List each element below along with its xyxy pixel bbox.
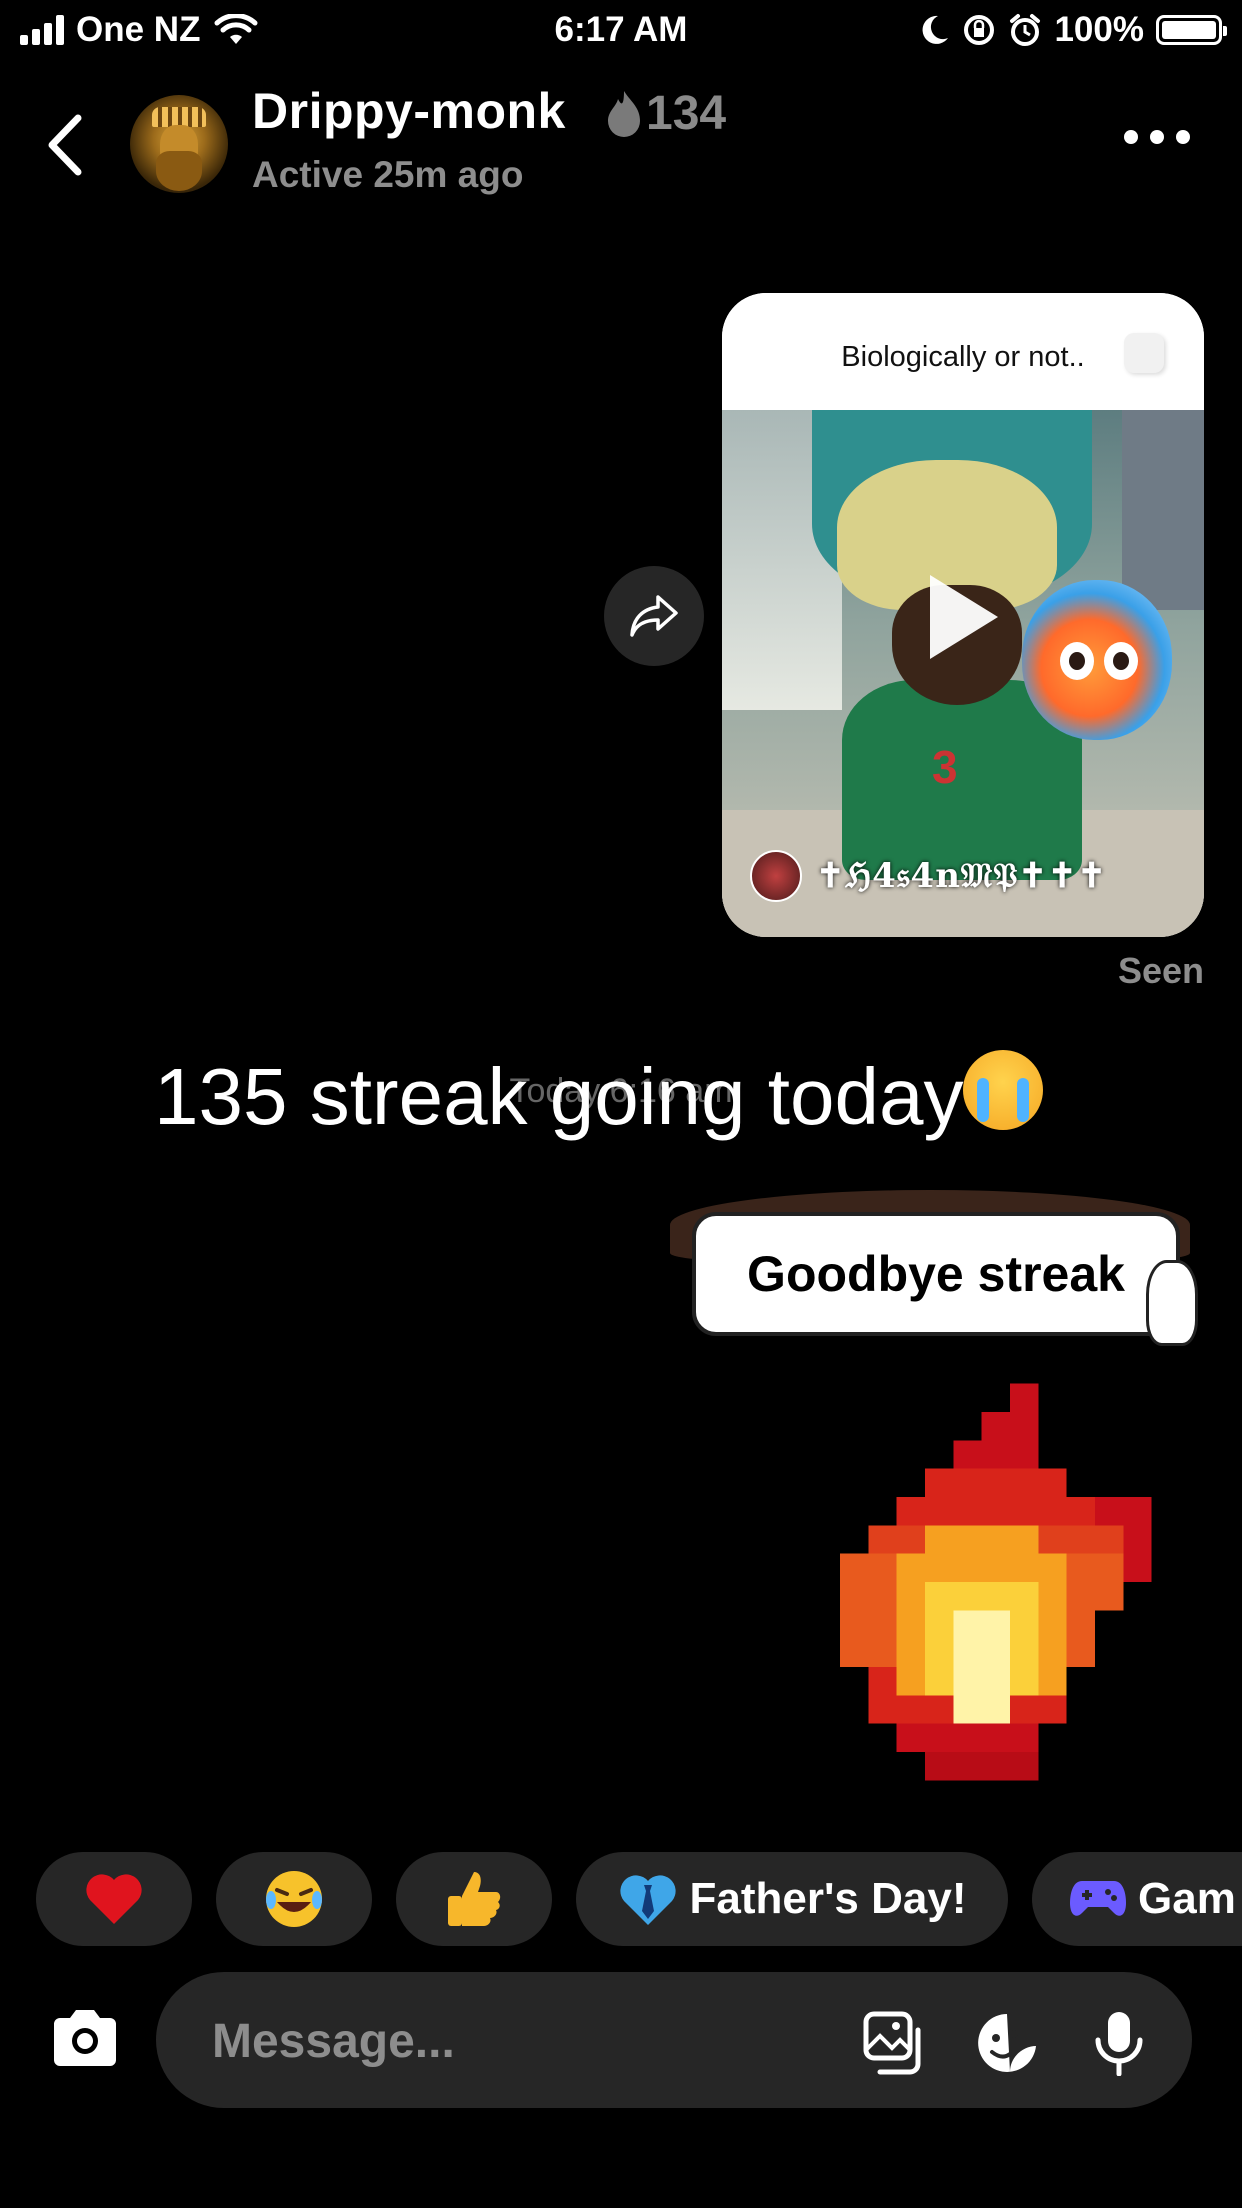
crying-emoji [963,1050,1044,1130]
gamepad-icon [1070,1881,1126,1916]
quick-reaction-heart[interactable] [36,1852,192,1946]
thumbs-up-emoji-icon [448,1872,501,1926]
big-text-message-text: 135 streak going today [154,1052,964,1141]
post-author-avatar [750,850,802,902]
battery-icon [1156,15,1227,45]
avatar[interactable] [130,95,228,193]
post-author-name: ✝ℌ4𝔰4n𝔐𝔓✝✝✝ [816,856,1107,896]
chat-username[interactable]: Drippy-monk [252,82,566,140]
status-bar: One NZ 6:17 AM 100% [0,0,1242,62]
big-text-message[interactable]: 135 streak going today [154,1050,1044,1143]
post-author: ✝ℌ4𝔰4n𝔐𝔓✝✝✝ [750,850,1107,902]
laughing-emoji-icon [266,1871,322,1927]
microphone-icon[interactable] [1086,2010,1152,2076]
pixel-fire-sticker[interactable] [840,1372,1180,1792]
message-input[interactable] [210,1972,774,2110]
play-icon[interactable] [930,575,998,659]
status-right: 100% [920,10,1227,50]
camera-icon[interactable] [50,2008,120,2068]
shared-post[interactable]: Biologically or not.. 3 ✝ℌ4𝔰4n𝔐𝔓✝✝✝ [722,293,1204,937]
seen-receipt: Seen [1117,950,1204,991]
share-arrow-icon [630,595,678,637]
message-composer [156,1972,1192,2110]
sticker-text: Goodbye streak [747,1246,1125,1302]
alarm-icon [1010,14,1041,46]
heart-emoji-icon [86,1874,142,1924]
quick-reaction-games[interactable]: Gam [1032,1852,1242,1946]
streak-count: 134 [646,87,727,140]
fathers-day-label: Father's Day! [689,1874,967,1923]
flame-icon [608,90,640,137]
streak-indicator: 134 [604,86,726,141]
checkbox-icon [1124,333,1164,373]
post-video-thumbnail[interactable]: 3 ✝ℌ4𝔰4n𝔐𝔓✝✝✝ [722,410,1204,937]
share-forward-button[interactable] [604,566,704,666]
back-chevron-icon[interactable] [38,110,94,180]
blue-heart-tie-icon [619,1875,676,1925]
goodbye-sticker-message[interactable]: Goodbye streak [664,1190,1204,1358]
battery-percent: 100% [1054,10,1144,49]
active-status: Active 25m ago [252,154,524,195]
moon-icon [923,15,949,44]
waving-hand-icon [1146,1260,1198,1346]
gallery-icon[interactable] [862,2010,928,2076]
post-caption-bar: Biologically or not.. [722,293,1204,410]
quick-reaction-laugh[interactable] [216,1852,372,1946]
more-options-icon[interactable] [1124,130,1190,144]
quick-reaction-fathers-day[interactable]: Father's Day! [576,1852,1008,1946]
quick-reactions-bar: Father's Day! Gam [0,1852,1242,1946]
crying-blob-sticker [1022,580,1172,740]
rotation-lock-icon [964,15,995,45]
sticker-icon[interactable] [974,2010,1040,2076]
games-label: Gam [1138,1874,1236,1923]
quick-reaction-thumbs-up[interactable] [396,1852,552,1946]
